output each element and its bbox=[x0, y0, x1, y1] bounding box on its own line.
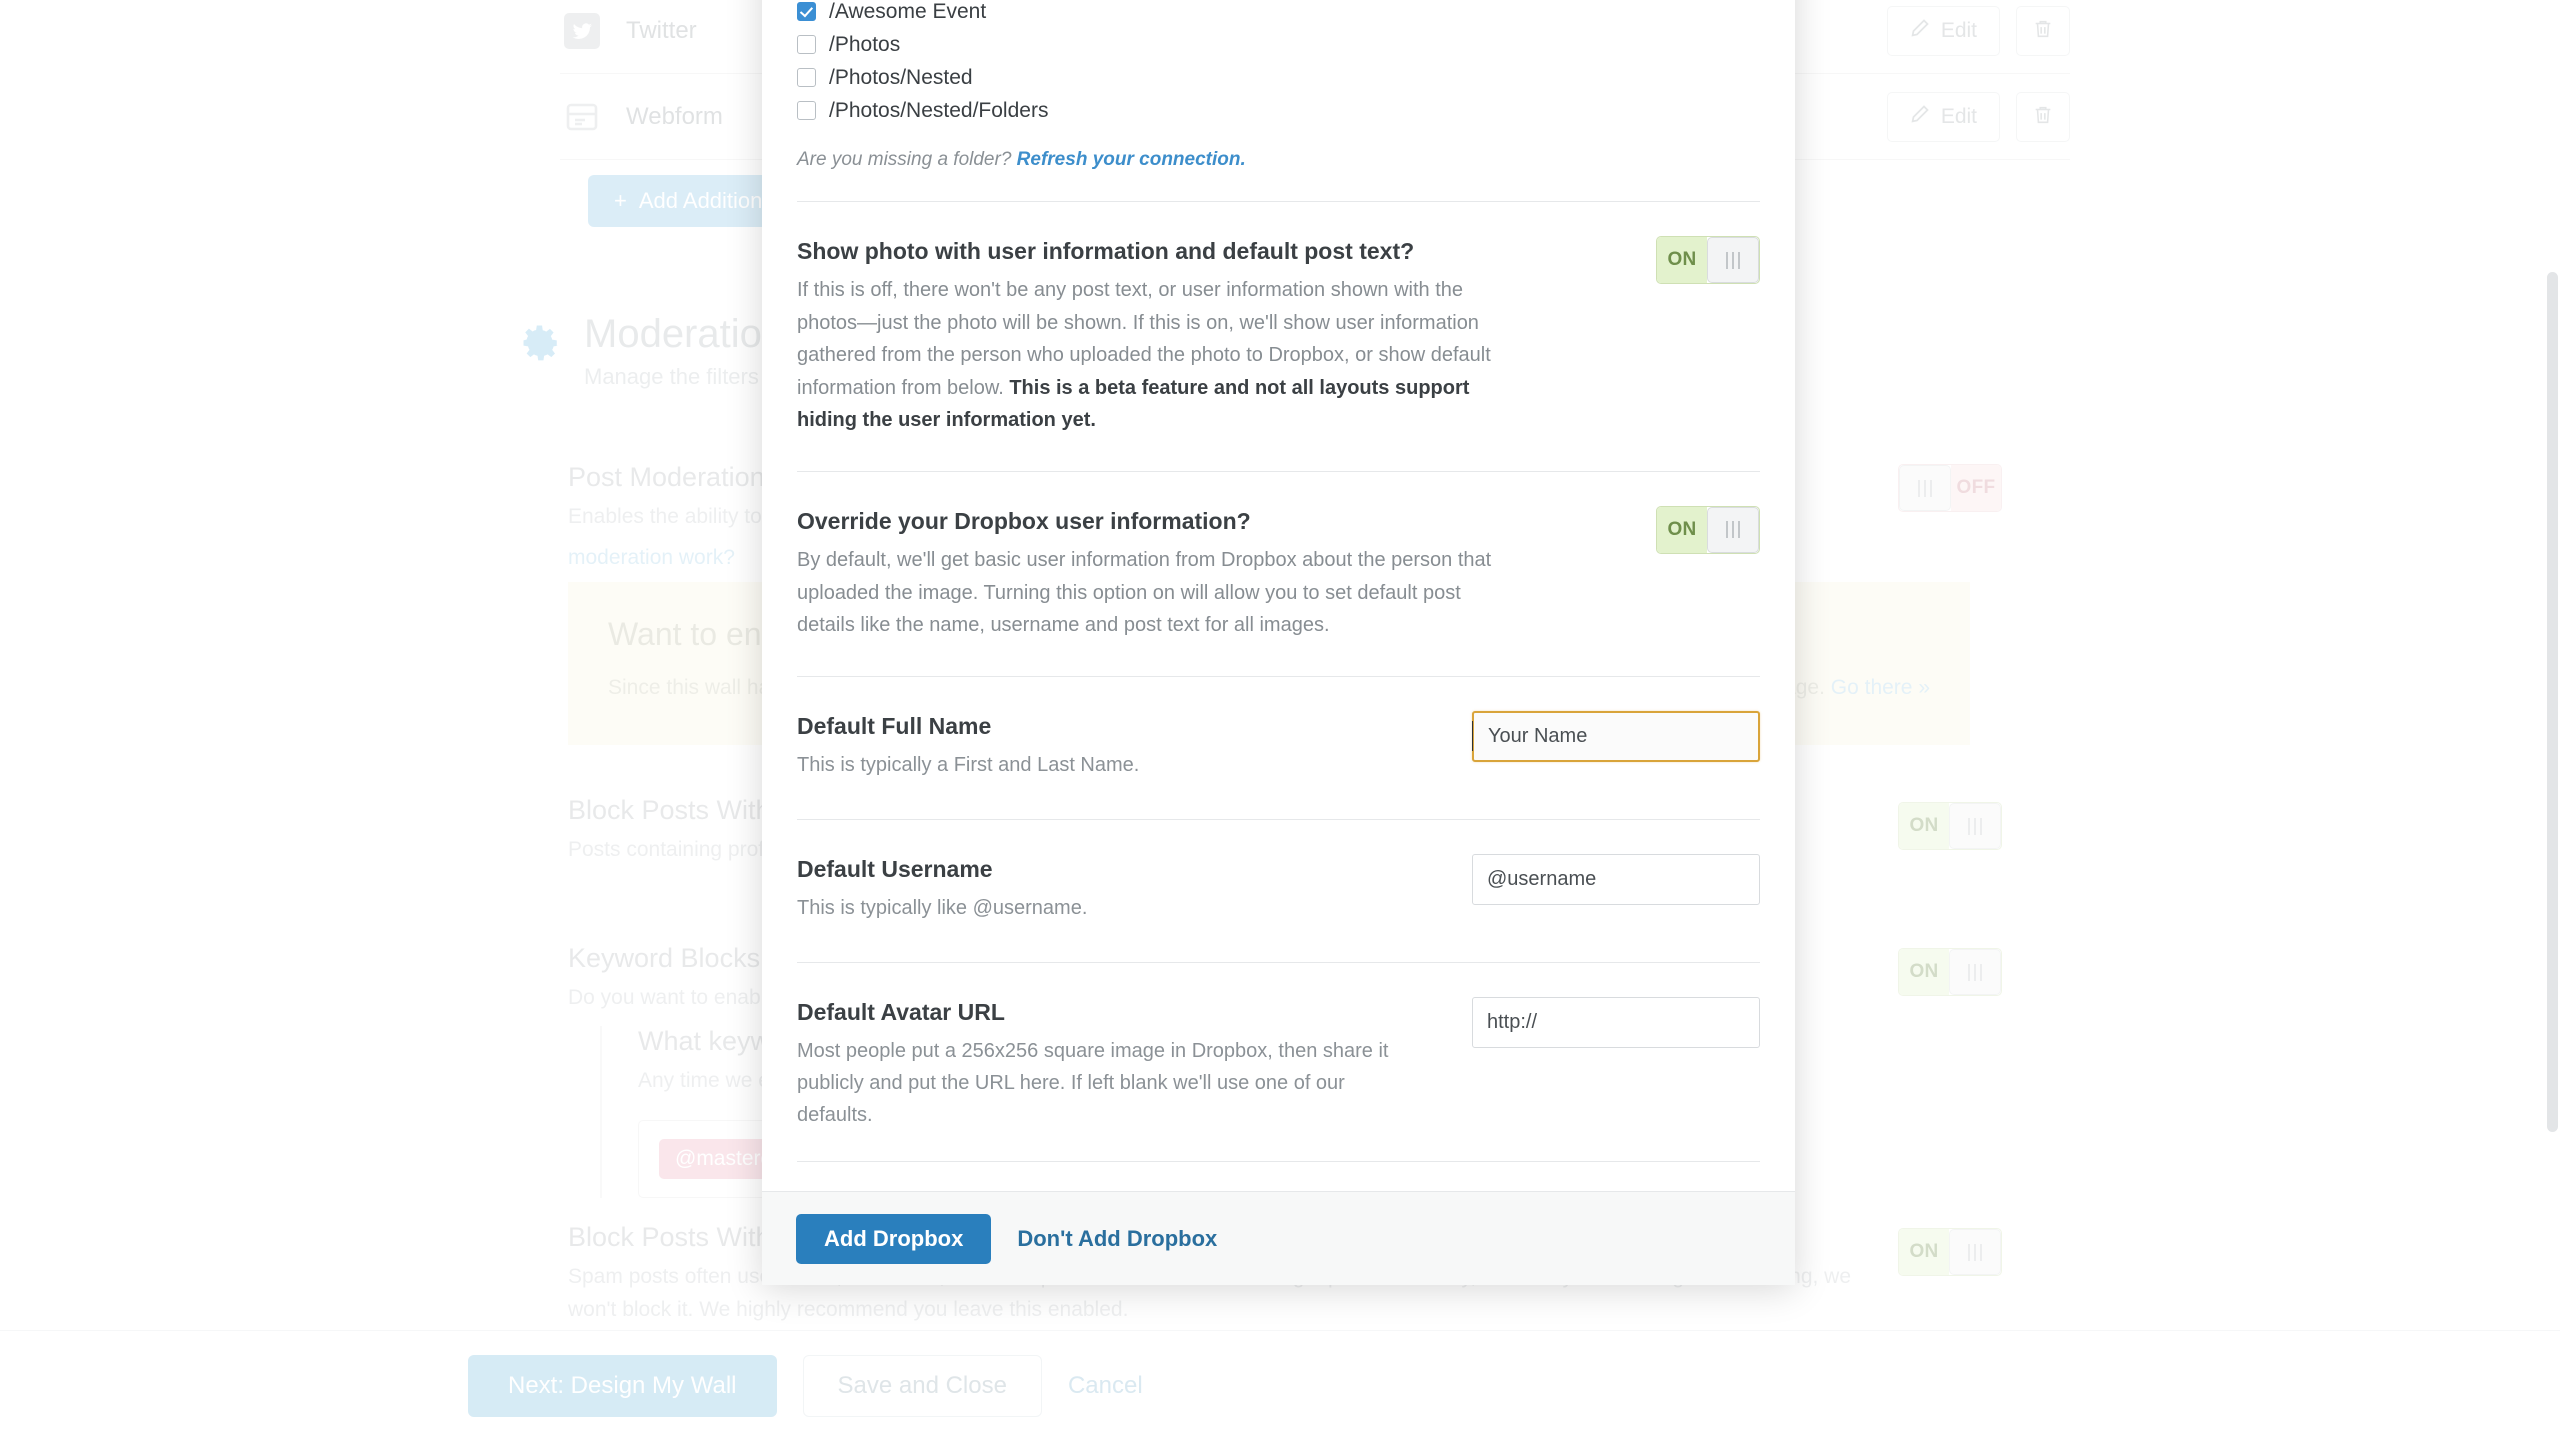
add-dropbox-modal: /Awesome Event /Photos /Photos/Nested /P… bbox=[762, 0, 1795, 1285]
toggle-grip bbox=[1899, 465, 1951, 511]
folder-row[interactable]: /Awesome Event bbox=[797, 0, 1760, 28]
show-photo-desc: If this is off, there won't be any post … bbox=[797, 274, 1497, 437]
toggle-on-label: ON bbox=[1899, 1229, 1949, 1275]
edit-button[interactable]: Edit bbox=[1886, 91, 2000, 142]
missing-folder-text: Are you missing a folder? bbox=[797, 149, 1012, 170]
field-default-post-text: Default Post Text This can be anything y… bbox=[797, 1162, 1760, 1191]
toggle-off-label: OFF bbox=[1951, 465, 2001, 511]
refresh-connection-link[interactable]: Refresh your connection. bbox=[1017, 149, 1246, 170]
gear-icon bbox=[520, 322, 562, 364]
pencil-icon bbox=[1910, 103, 1931, 130]
default-avatar-url-input[interactable] bbox=[1472, 996, 1760, 1048]
field-label: Default Avatar URL bbox=[797, 998, 1005, 1025]
trash-icon bbox=[2032, 18, 2054, 43]
field-default-full-name: Default Full Name This is typically a Fi… bbox=[797, 677, 1760, 781]
bottom-action-bar: Next: Design My Wall Save and Close Canc… bbox=[0, 1330, 2560, 1440]
row-actions: Edit bbox=[1886, 5, 2070, 56]
add-source-label: Add Additional bbox=[638, 188, 780, 213]
show-photo-section: Show photo with user information and def… bbox=[797, 202, 1760, 437]
toggle-show-photo[interactable]: ON bbox=[1656, 236, 1760, 284]
delete-button[interactable] bbox=[2016, 91, 2070, 142]
folder-label: /Photos/Nested bbox=[829, 65, 973, 89]
edit-button-label: Edit bbox=[1940, 104, 1977, 128]
folder-checkbox[interactable] bbox=[797, 35, 816, 54]
field-text-group: Default Username This is typically like … bbox=[797, 856, 1457, 924]
folder-label: /Awesome Event bbox=[829, 0, 987, 23]
folder-row[interactable]: /Photos/Nested/Folders bbox=[797, 94, 1760, 127]
toggle-grip bbox=[1949, 1229, 2001, 1275]
toggle-on-label: ON bbox=[1657, 237, 1707, 283]
page-scrollbar[interactable] bbox=[2547, 272, 2558, 1132]
edit-button[interactable]: Edit bbox=[1886, 5, 2000, 56]
field-help: This is typically like @username. bbox=[797, 896, 1088, 919]
toggle-keyword-blocks[interactable]: ON bbox=[1898, 948, 2002, 996]
show-photo-title: Show photo with user information and def… bbox=[797, 238, 1415, 264]
delete-button[interactable] bbox=[2016, 5, 2070, 56]
folder-list: /Awesome Event /Photos /Photos/Nested /P… bbox=[797, 0, 1760, 127]
trash-icon bbox=[2032, 104, 2054, 129]
modal-body: /Awesome Event /Photos /Photos/Nested /P… bbox=[762, 0, 1795, 1191]
webform-icon bbox=[560, 97, 604, 137]
field-default-avatar-url: Default Avatar URL Most people put a 256… bbox=[797, 963, 1760, 1131]
folder-label: /Photos/Nested/Folders bbox=[829, 98, 1049, 122]
cancel-button[interactable]: Cancel bbox=[1068, 1372, 1143, 1400]
edit-button-label: Edit bbox=[1940, 18, 1977, 42]
default-full-name-input[interactable] bbox=[1472, 710, 1760, 762]
toggle-block-trending[interactable]: ON bbox=[1898, 1228, 2002, 1276]
folder-checkbox[interactable] bbox=[797, 68, 816, 87]
next-design-wall-button[interactable]: Next: Design My Wall bbox=[468, 1354, 777, 1417]
toggle-post-moderation[interactable]: OFF bbox=[1898, 464, 2002, 512]
notice-link[interactable]: Go there » bbox=[1831, 676, 1930, 699]
toggle-override[interactable]: ON bbox=[1656, 505, 1760, 554]
toggle-grip bbox=[1949, 803, 2001, 849]
page-root: Twitter @soc Edit bbox=[0, 0, 2560, 1440]
override-desc: By default, we'll get basic user informa… bbox=[797, 548, 1492, 637]
toggle-grip bbox=[1707, 506, 1759, 553]
folder-label: /Photos bbox=[829, 32, 901, 56]
row-actions: Edit bbox=[1886, 91, 2070, 142]
text-caret bbox=[1472, 720, 1473, 751]
folder-row[interactable]: /Photos bbox=[797, 28, 1760, 61]
toggle-on-label: ON bbox=[1657, 506, 1707, 553]
default-username-input[interactable] bbox=[1472, 853, 1760, 905]
folder-checkbox[interactable] bbox=[797, 2, 816, 21]
field-label: Default Username bbox=[797, 855, 993, 882]
override-section: Override your Dropbox user information? … bbox=[797, 472, 1760, 642]
toggle-grip bbox=[1707, 237, 1759, 283]
toggle-grip bbox=[1949, 949, 2001, 995]
field-help: Most people put a 256x256 square image i… bbox=[797, 1039, 1389, 1126]
field-default-username: Default Username This is typically like … bbox=[797, 820, 1760, 924]
folder-checkbox[interactable] bbox=[797, 101, 816, 120]
dont-add-dropbox-button[interactable]: Don't Add Dropbox bbox=[1017, 1226, 1217, 1252]
field-text-group: Default Avatar URL Most people put a 256… bbox=[797, 999, 1457, 1131]
pencil-icon bbox=[1910, 17, 1931, 44]
toggle-block-profanity[interactable]: ON bbox=[1898, 802, 2002, 850]
field-text-group: Default Full Name This is typically a Fi… bbox=[797, 713, 1457, 781]
modal-footer: Add Dropbox Don't Add Dropbox bbox=[762, 1191, 1795, 1285]
override-title: Override your Dropbox user information? bbox=[797, 507, 1251, 534]
folder-row[interactable]: /Photos/Nested bbox=[797, 61, 1760, 94]
field-help: This is typically a First and Last Name. bbox=[797, 753, 1140, 776]
missing-folder-note: Are you missing a folder? Refresh your c… bbox=[797, 149, 1760, 171]
add-dropbox-button[interactable]: Add Dropbox bbox=[796, 1213, 992, 1264]
plus-icon: + bbox=[614, 188, 627, 213]
toggle-on-label: ON bbox=[1899, 803, 1949, 849]
save-and-close-button[interactable]: Save and Close bbox=[802, 1354, 1042, 1417]
twitter-icon bbox=[560, 11, 604, 51]
field-label: Default Full Name bbox=[797, 712, 992, 739]
toggle-on-label: ON bbox=[1899, 949, 1949, 995]
